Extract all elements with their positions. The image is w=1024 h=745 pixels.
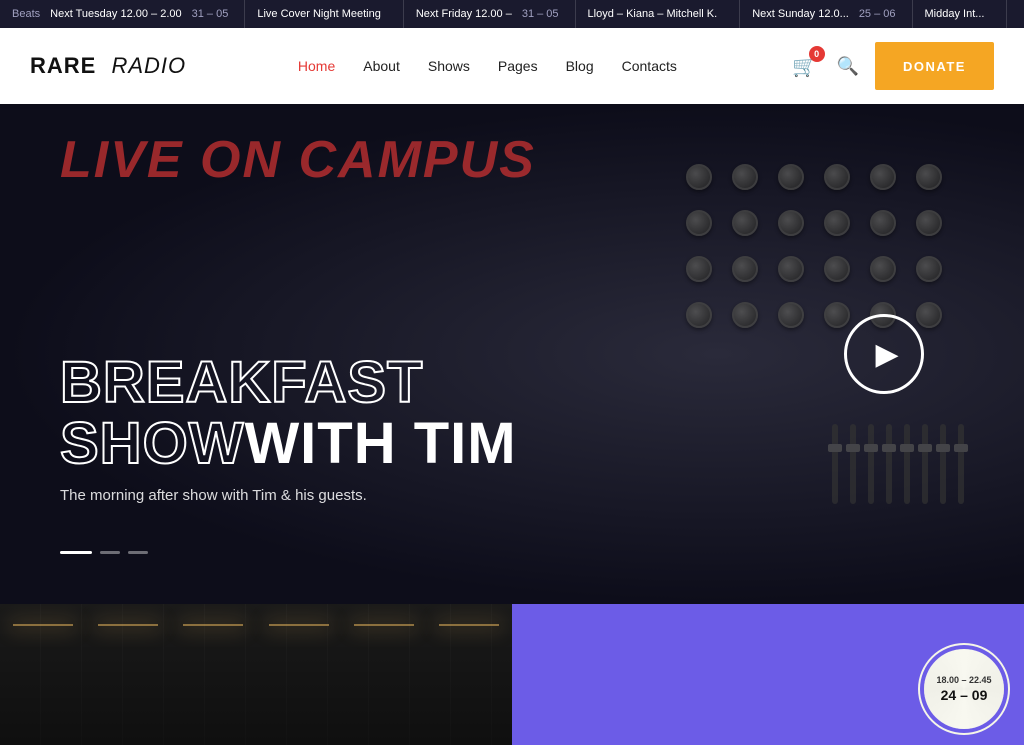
fader-section (832, 424, 964, 504)
fader (940, 424, 946, 504)
nav-contacts[interactable]: Contacts (622, 58, 677, 74)
light-6 (439, 624, 499, 626)
hero-subtitle: The morning after show with Tim & his gu… (60, 487, 517, 504)
nav-pages[interactable]: Pages (498, 58, 538, 74)
ticker-date-3: 31 – 05 (522, 8, 559, 20)
knob-grid (686, 164, 944, 330)
hero-title-show: SHOW (60, 414, 244, 475)
knob (778, 302, 804, 328)
ticker-segment-2: Live Cover Night Meeting (245, 0, 404, 28)
ticker-segment-6: Midday Int... (913, 0, 1008, 28)
ticker-event-4: Lloyd – Kiana – Mitchell K. (588, 8, 718, 20)
main-nav: Home About Shows Pages Blog Contacts (298, 58, 677, 74)
header: RARE RADIO Home About Shows Pages Blog C… (0, 28, 1024, 104)
knob (824, 302, 850, 328)
hero-title-line2: SHOW WITH TIM (60, 414, 517, 475)
nav-shows[interactable]: Shows (428, 58, 470, 74)
knob (778, 256, 804, 282)
logo-radio: RADIO (111, 53, 186, 79)
knob (686, 164, 712, 190)
ticker-label-1: Beats (12, 8, 40, 20)
knob (916, 210, 942, 236)
light-2 (98, 624, 158, 626)
hero-title-line1: BREAKFAST (60, 353, 517, 414)
knob (686, 210, 712, 236)
slide-indicators (60, 551, 148, 554)
light-1 (13, 624, 73, 626)
fader (850, 424, 856, 504)
nav-blog[interactable]: Blog (566, 58, 594, 74)
slide-indicator-1[interactable] (60, 551, 92, 554)
nav-about[interactable]: About (363, 58, 400, 74)
fader (922, 424, 928, 504)
bottom-left-panel (0, 604, 512, 745)
bottom-right-panel: 18.00 – 22.45 24 – 09 (512, 604, 1024, 745)
knob (732, 302, 758, 328)
logo-rare: RARE (30, 53, 96, 79)
badge-time-text: 18.00 – 22.45 (936, 675, 991, 687)
light-4 (269, 624, 329, 626)
knob (916, 256, 942, 282)
ticker-bar: Beats Next Tuesday 12.00 – 2.00 31 – 05 … (0, 0, 1024, 28)
nav-home[interactable]: Home (298, 58, 335, 74)
ticker-event-2: Live Cover Night Meeting (257, 8, 381, 20)
light-3 (183, 624, 243, 626)
cart-badge: 0 (809, 46, 825, 62)
knob (916, 302, 942, 328)
search-icon: 🔍 (837, 56, 859, 77)
ticker-event-6: Midday Int... (925, 8, 985, 20)
fader (832, 424, 838, 504)
ticker-segment-3: Next Friday 12.00 – 31 – 05 (404, 0, 576, 28)
knob (870, 256, 896, 282)
ticker-event-5: Next Sunday 12.0... (752, 8, 849, 20)
fader (904, 424, 910, 504)
ticker-event-1: Next Tuesday 12.00 – 2.00 (50, 8, 181, 20)
underground-image (0, 604, 512, 745)
live-on-campus-text: LIVE ON CAMPUS (60, 134, 536, 186)
knob (778, 164, 804, 190)
logo: RARE RADIO (30, 53, 186, 79)
slide-indicator-3[interactable] (128, 551, 148, 554)
fader (868, 424, 874, 504)
ticker-inner: Beats Next Tuesday 12.00 – 2.00 31 – 05 … (0, 0, 1024, 28)
knob (824, 210, 850, 236)
knob (732, 256, 758, 282)
play-button[interactable]: ▶ (844, 314, 924, 394)
donate-button[interactable]: DONATE (875, 42, 994, 90)
knob (732, 164, 758, 190)
hero-section: LIVE ON CAMPUS BREAKFAST SHOW WITH TIM T… (0, 104, 1024, 604)
slide-indicator-2[interactable] (100, 551, 120, 554)
knob (870, 164, 896, 190)
play-icon: ▶ (875, 337, 898, 372)
light-5 (354, 624, 414, 626)
header-actions: 🛒 0 🔍 DONATE (789, 42, 994, 90)
search-button[interactable]: 🔍 (837, 56, 859, 77)
ticker-date-5: 25 – 06 (859, 8, 896, 20)
hero-content: BREAKFAST SHOW WITH TIM The morning afte… (60, 353, 517, 504)
underground-lights (0, 624, 512, 626)
time-badge: 18.00 – 22.45 24 – 09 (924, 649, 1004, 729)
cart-button[interactable]: 🛒 0 (789, 50, 821, 82)
fader (958, 424, 964, 504)
knob (686, 256, 712, 282)
badge-date-text: 24 – 09 (941, 687, 988, 703)
ticker-segment-1: Beats Next Tuesday 12.00 – 2.00 31 – 05 (0, 0, 245, 28)
ticker-segment-5: Next Sunday 12.0... 25 – 06 (740, 0, 912, 28)
ticker-date-1: 31 – 05 (192, 8, 229, 20)
ticker-event-3: Next Friday 12.00 – (416, 8, 512, 20)
knob (916, 164, 942, 190)
ticker-segment-4: Lloyd – Kiana – Mitchell K. (576, 0, 741, 28)
hero-title-with-tim: WITH TIM (244, 414, 516, 475)
fader (886, 424, 892, 504)
knob (732, 210, 758, 236)
knob (778, 210, 804, 236)
knob (870, 210, 896, 236)
knob (686, 302, 712, 328)
knob (824, 164, 850, 190)
bottom-strip: 18.00 – 22.45 24 – 09 (0, 604, 1024, 745)
knob (824, 256, 850, 282)
